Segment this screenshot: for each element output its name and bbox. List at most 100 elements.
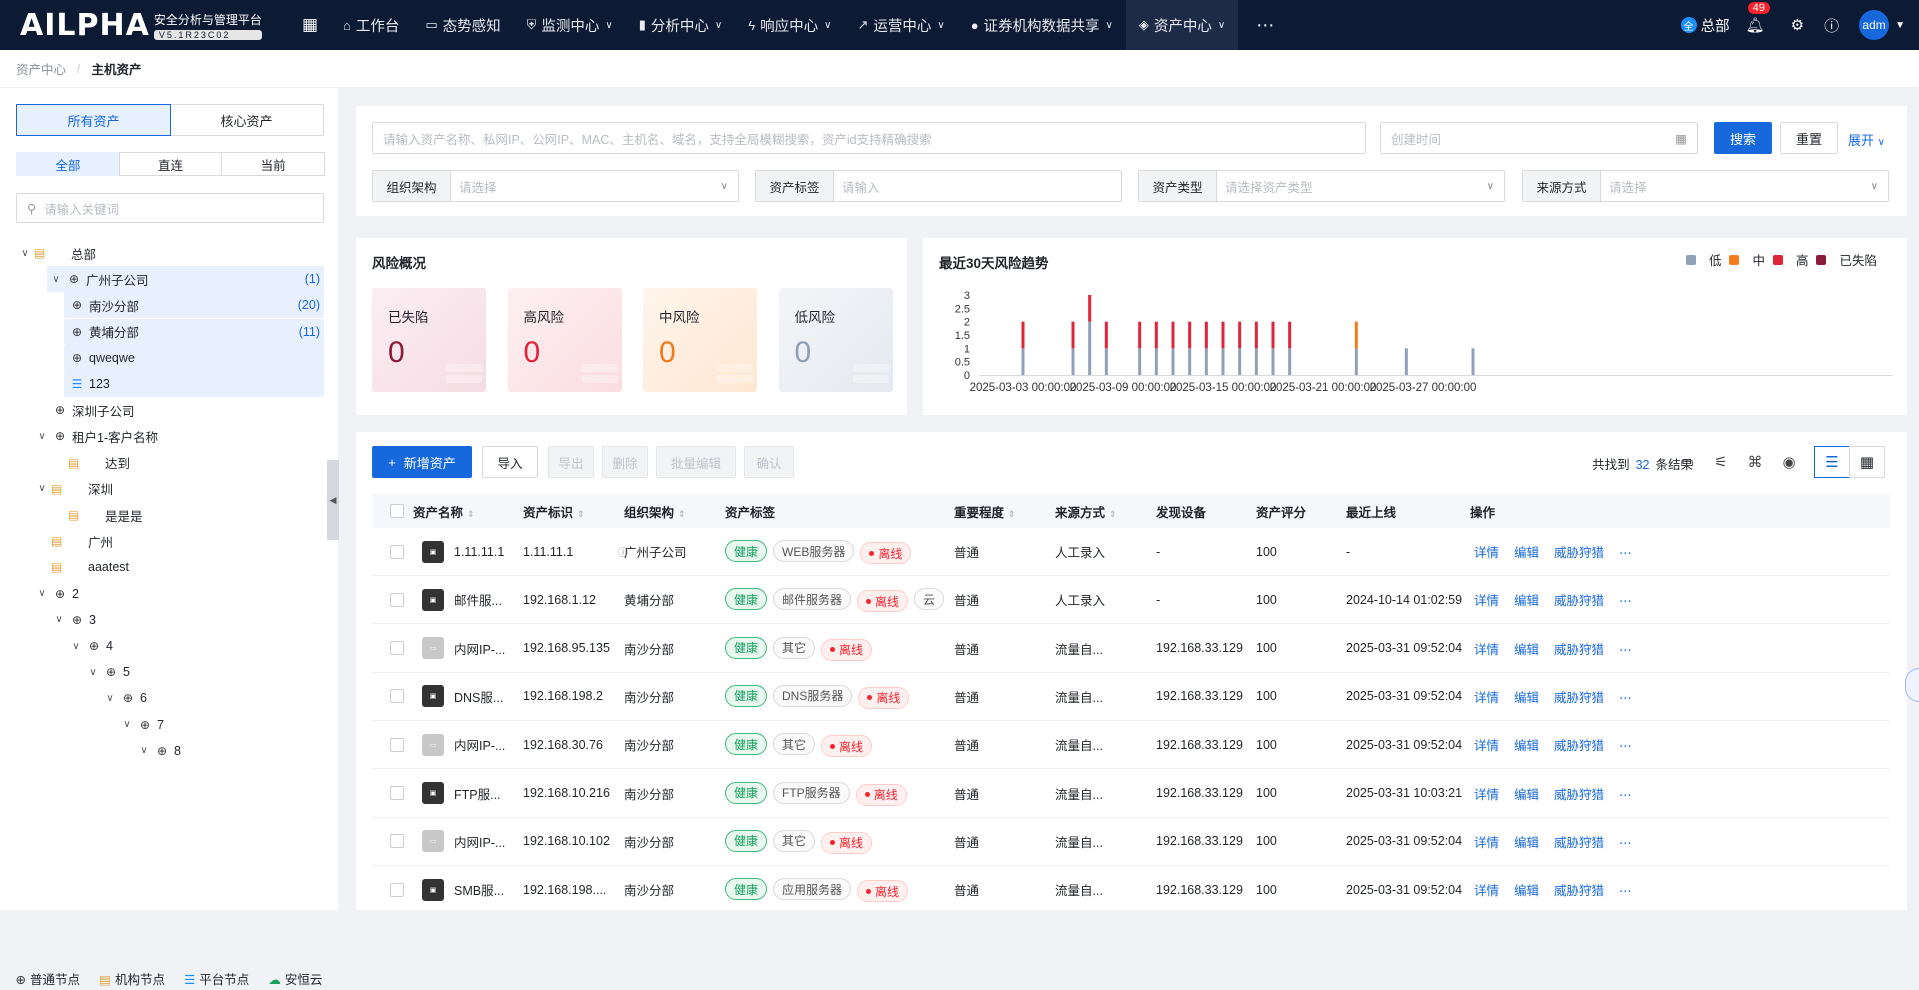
threat-hunt-link[interactable]: 威胁狩猎 (1554, 546, 1604, 560)
threat-hunt-link[interactable]: 威胁狩猎 (1554, 594, 1604, 608)
bar-segment[interactable] (1254, 321, 1258, 349)
column-header[interactable]: 资产标识 ⇕ (523, 502, 585, 521)
tree-search-input[interactable]: ⚲ 请输入关键词 (16, 193, 324, 223)
row-checkbox[interactable] (390, 641, 404, 656)
column-header[interactable]: 来源方式 ⇕ (1055, 502, 1117, 521)
bar-segment[interactable] (1254, 348, 1258, 375)
bar-segment[interactable] (1188, 321, 1192, 349)
asset-search-input[interactable]: 请输入资产名称、私网IP、公网IP、MAC、主机名、域名，支持全局模糊搜索，资产… (372, 122, 1366, 154)
detail-link[interactable]: 详情 (1474, 643, 1499, 657)
assistant-float-icon[interactable] (1905, 668, 1919, 702)
bar-segment[interactable] (1088, 295, 1092, 322)
confirm-button[interactable]: 确认 (744, 446, 794, 478)
row-checkbox[interactable] (390, 544, 404, 559)
tree-node[interactable]: ∨ ⊕ 7 (118, 712, 164, 738)
tab-core-assets[interactable]: 核心资产 (170, 105, 323, 135)
more-actions-icon[interactable]: ⋯ (1619, 836, 1632, 850)
search-button[interactable]: 搜索 (1714, 122, 1772, 154)
row-checkbox[interactable] (390, 592, 404, 607)
nav-item-2[interactable]: ⛨ 监测中心 ∨ (514, 0, 626, 50)
chevron-down-icon[interactable]: ∨ (50, 614, 68, 625)
tree-node[interactable]: ⊕ 黄埔分部 (11) (64, 318, 324, 345)
bar-segment[interactable] (1221, 321, 1225, 349)
tree-node[interactable]: ▤ aaatest (33, 554, 129, 580)
risk-card[interactable]: 高风险 0 (507, 288, 622, 392)
table-row[interactable]: ▣ SMB服... 192.168.198.... 南沙分部 健康 应用服务器 离线 普通 流量… (372, 866, 1890, 915)
bar-segment[interactable] (1404, 348, 1408, 375)
table-row[interactable]: ▣ 1.11.11.1 1.11.11.1 ⓘ 广州子公司 健康 WEB服务器 离线 普通 人工录… (372, 528, 1890, 576)
table-row[interactable]: ▣ 邮件服... 192.168.1.12 黄埔分部 健康 邮件服务器 离线云普通 人工录入 -… (372, 576, 1890, 625)
asset-name[interactable]: 邮件服... (454, 590, 502, 609)
edit-link[interactable]: 编辑 (1514, 884, 1539, 898)
row-checkbox[interactable] (390, 882, 404, 897)
table-row[interactable]: ▣ DNS服... 192.168.198.2 南沙分部 健康 DNS服务器 离线 普通 流量自… (372, 673, 1890, 721)
asset-name[interactable]: SMB服... (454, 880, 504, 899)
table-row[interactable]: ▣ FTP服... 192.168.10.216 南沙分部 健康 FTP服务器 离线 普通 流量… (372, 770, 1890, 818)
tree-node[interactable]: ⊕ qweqwe (64, 344, 324, 371)
chevron-down-icon[interactable]: ∨ (84, 667, 102, 678)
chevron-down-icon[interactable]: ▼ (1895, 20, 1905, 31)
bar-segment[interactable] (1104, 348, 1108, 375)
threat-hunt-link[interactable]: 威胁狩猎 (1554, 691, 1604, 705)
bar-segment[interactable] (1204, 348, 1208, 375)
collapse-handle[interactable]: ◀ (327, 460, 339, 540)
chevron-down-icon[interactable]: ∨ (118, 719, 136, 730)
row-checkbox[interactable] (390, 689, 404, 704)
batch-edit-button[interactable]: 批量编辑 (656, 446, 736, 478)
table-row[interactable]: ▭ 内网IP-... 192.168.95.135 南沙分部 健康 其它 离线 普通 流量自..… (372, 625, 1890, 673)
bar-segment[interactable] (1071, 321, 1075, 349)
more-actions-icon[interactable]: ⋯ (1619, 594, 1632, 608)
import-button[interactable]: 导入 (482, 446, 538, 478)
avatar[interactable]: adm (1859, 10, 1890, 40)
edit-link[interactable]: 编辑 (1514, 691, 1539, 705)
more-actions-icon[interactable]: ⋯ (1619, 788, 1632, 802)
bar-segment[interactable] (1354, 348, 1358, 375)
comment-icon[interactable]: ▭ (1670, 446, 1704, 478)
settings-icon[interactable]: ⚙ (1791, 16, 1804, 34)
chevron-down-icon[interactable]: ∨ (101, 693, 119, 704)
column-header[interactable]: 重要程度 ⇕ (954, 502, 1016, 521)
chevron-down-icon[interactable]: ∨ (16, 248, 34, 259)
asset-name[interactable]: DNS服... (454, 687, 503, 706)
edit-link[interactable]: 编辑 (1514, 594, 1539, 608)
tree-node[interactable]: ▤ 广州 (33, 528, 113, 554)
detail-link[interactable]: 详情 (1474, 836, 1499, 850)
nav-item-1[interactable]: ▭ 态势感知 (412, 0, 513, 50)
risk-card[interactable]: 已失陷 0 (372, 288, 486, 392)
threat-hunt-link[interactable]: 威胁狩猎 (1554, 884, 1604, 898)
asset-tag-input[interactable]: 资产标签 请输入 (755, 170, 1122, 202)
nav-item-0[interactable]: ⌂ 工作台 (330, 0, 412, 50)
tree-node[interactable]: ⊕ 南沙分部 (20) (64, 292, 324, 319)
tab-direct[interactable]: 直连 (118, 152, 223, 176)
tree-node[interactable]: ∨ ⊕ 6 (101, 685, 147, 711)
column-header[interactable]: 资产名称 ⇕ (413, 502, 475, 521)
more-actions-icon[interactable]: ⋯ (1619, 739, 1632, 753)
more-actions-icon[interactable]: ⋯ (1619, 691, 1632, 705)
more-actions-icon[interactable]: ⋯ (1619, 546, 1632, 560)
bar-segment[interactable] (1221, 348, 1225, 375)
edit-link[interactable]: 编辑 (1514, 546, 1539, 560)
list-view-icon[interactable]: ☰ (1814, 446, 1850, 478)
grid-view-icon[interactable]: ▦ (1849, 446, 1885, 478)
row-checkbox[interactable] (390, 786, 404, 800)
tab-all-assets[interactable]: 所有资产 (16, 104, 171, 136)
nav-item-5[interactable]: ↗ 运营中心 ∨ (844, 0, 957, 50)
risk-card[interactable]: 低风险 0 (778, 288, 893, 392)
help-icon[interactable]: ⓘ (1824, 15, 1839, 36)
org-select[interactable]: 组织架构 请选择 ∨ (372, 170, 739, 202)
tree-node[interactable]: ▤ 达到 (50, 450, 130, 476)
created-time-picker[interactable]: 创建时间 ▦ (1380, 122, 1698, 154)
bar-segment[interactable] (1238, 348, 1242, 375)
bar-segment[interactable] (1088, 321, 1092, 375)
bar-segment[interactable] (1471, 348, 1475, 375)
chevron-down-icon[interactable]: ∨ (67, 641, 85, 652)
bar-segment[interactable] (1271, 348, 1275, 375)
detail-link[interactable]: 详情 (1474, 546, 1499, 560)
tree-node[interactable]: ∨ ▤ 总部 (16, 240, 96, 266)
bar-segment[interactable] (1288, 321, 1292, 349)
tree-node[interactable]: ∨ ⊕ 3 (50, 607, 96, 633)
tree-node[interactable]: ☰ 123 (64, 371, 324, 397)
export-button[interactable]: 导出 (548, 446, 594, 478)
reset-button[interactable]: 重置 (1780, 122, 1838, 154)
column-header[interactable]: 组织架构 ⇕ (624, 502, 686, 521)
